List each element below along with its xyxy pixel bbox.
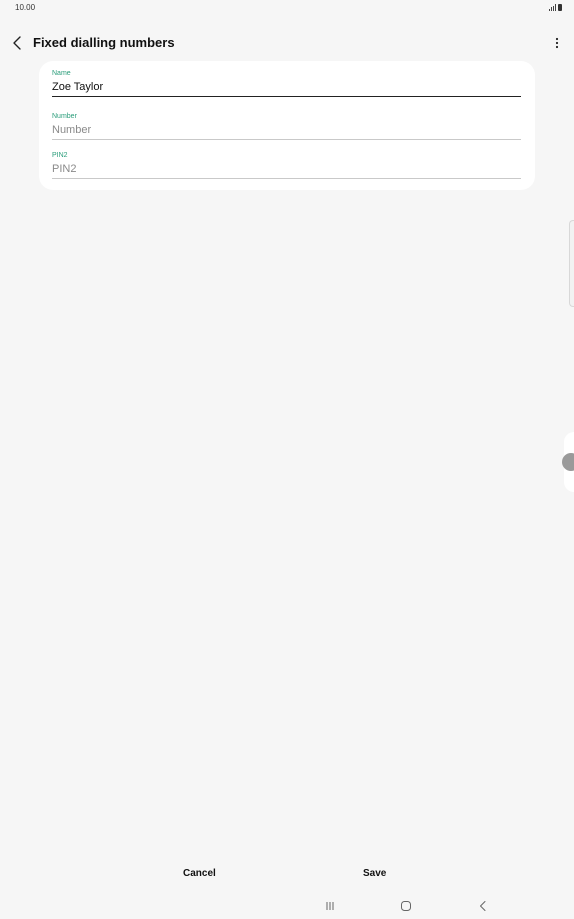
signal-icon (549, 4, 556, 11)
save-button[interactable]: Save (363, 868, 386, 879)
action-bar: Cancel Save (0, 865, 574, 885)
cancel-button[interactable]: Cancel (183, 868, 216, 879)
header: Fixed dialling numbers (0, 30, 574, 56)
pin2-field: PIN2 (52, 151, 521, 179)
name-field: Name (52, 69, 521, 97)
navigation-bar (0, 895, 574, 917)
pin2-label: PIN2 (52, 152, 68, 159)
name-input[interactable] (52, 78, 521, 97)
chevron-left-icon[interactable] (11, 35, 25, 51)
name-label: Name (52, 70, 71, 77)
recent-apps-icon[interactable] (324, 900, 336, 912)
battery-icon (558, 4, 562, 11)
back-nav-icon[interactable] (477, 900, 489, 912)
status-bar: 10.00 (0, 0, 574, 16)
pin2-input[interactable] (52, 160, 521, 179)
number-field: Number (52, 112, 521, 140)
page-title: Fixed dialling numbers (33, 35, 175, 50)
more-vertical-icon[interactable] (555, 36, 559, 50)
number-label: Number (52, 113, 77, 120)
floating-button[interactable] (562, 453, 574, 471)
edge-panel-handle[interactable] (569, 220, 574, 307)
home-icon[interactable] (400, 900, 412, 912)
status-time: 10.00 (15, 3, 36, 12)
number-input[interactable] (52, 121, 521, 140)
form-card: Name Number PIN2 (39, 61, 535, 190)
status-icons (549, 3, 562, 11)
screen: 10.00 Fixed dialling numbers Name Number (0, 0, 574, 919)
